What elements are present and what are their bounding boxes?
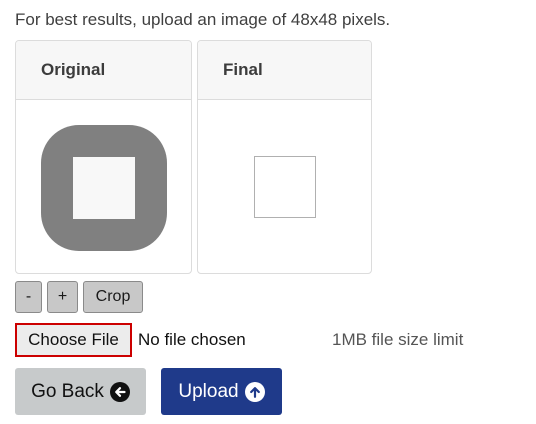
- upload-hint: For best results, upload an image of 48x…: [15, 10, 391, 29]
- zoom-in-button[interactable]: +: [47, 281, 78, 313]
- original-image-preview[interactable]: [41, 125, 167, 251]
- upload-label: Upload: [178, 380, 239, 402]
- go-back-button[interactable]: Go Back: [15, 368, 146, 415]
- original-panel-title: Original: [16, 41, 191, 100]
- file-input-row: Choose File No file chosen 1MB file size…: [15, 323, 515, 357]
- go-back-label: Go Back: [31, 380, 104, 402]
- final-image-preview: [254, 156, 316, 218]
- choose-file-button[interactable]: Choose File: [15, 323, 132, 357]
- final-panel: Final: [197, 40, 372, 274]
- file-size-limit: 1MB file size limit: [332, 330, 464, 349]
- original-image-inner: [73, 157, 135, 219]
- original-panel: Original: [15, 40, 192, 274]
- file-status: No file chosen: [138, 330, 246, 349]
- upload-button[interactable]: Upload: [161, 368, 282, 415]
- arrow-up-circle-icon: [244, 381, 265, 402]
- zoom-out-button[interactable]: -: [15, 281, 42, 313]
- crop-button[interactable]: Crop: [83, 281, 143, 313]
- final-panel-title: Final: [198, 41, 371, 100]
- arrow-left-circle-icon: [109, 381, 130, 402]
